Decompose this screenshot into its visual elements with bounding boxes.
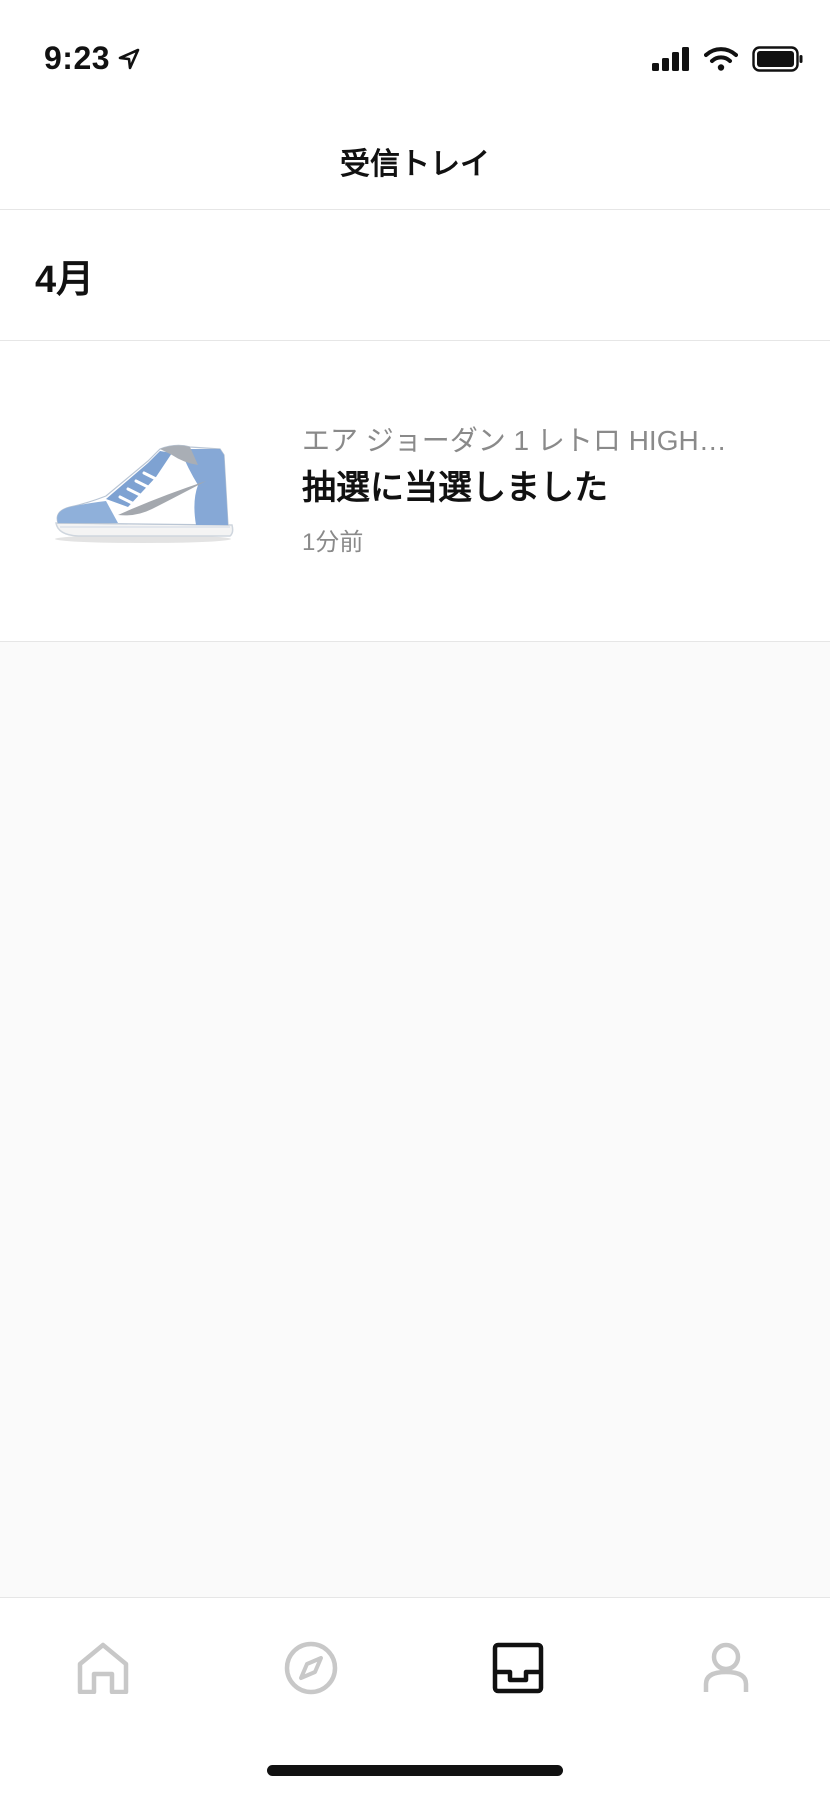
navigation-bar: 受信トレイ	[0, 112, 830, 210]
home-indicator[interactable]	[267, 1765, 563, 1776]
notification-text: エア ジョーダン 1 レトロ HIGH… 抽選に当選しました 1分前	[302, 421, 772, 559]
sneaker-image	[55, 444, 234, 543]
wifi-icon	[704, 47, 738, 71]
page-title: 受信トレイ	[340, 147, 490, 181]
status-time-label: 9:23	[44, 40, 111, 76]
status-indicators	[652, 46, 804, 72]
notification-product-name: エア ジョーダン 1 レトロ HIGH…	[302, 425, 727, 456]
notification-item[interactable]: エア ジョーダン 1 レトロ HIGH… 抽選に当選しました 1分前	[0, 341, 830, 642]
section-title-month: 4月	[35, 258, 95, 301]
tab-inbox[interactable]	[478, 1628, 558, 1708]
battery-icon	[752, 46, 803, 72]
inbox-icon	[492, 1642, 544, 1694]
section-header: 4月	[0, 210, 830, 341]
home-icon	[77, 1642, 129, 1694]
signal-icon	[652, 47, 689, 71]
location-arrow-icon	[118, 48, 140, 69]
tab-discover[interactable]	[271, 1628, 351, 1708]
status-time: 9:23	[44, 40, 140, 77]
notification-message: 抽選に当選しました	[302, 469, 608, 507]
notification-timestamp: 1分前	[302, 529, 364, 556]
tab-home[interactable]	[63, 1628, 143, 1708]
tab-profile[interactable]	[686, 1628, 766, 1708]
compass-icon	[284, 1641, 338, 1695]
inbox-screen: 9:23 受信トレイ 4月 エア ジョーダン 1 レトロ HIGH… 抽選に当選…	[0, 0, 830, 1797]
profile-icon	[703, 1642, 749, 1692]
status-bar: 9:23	[0, 0, 830, 112]
